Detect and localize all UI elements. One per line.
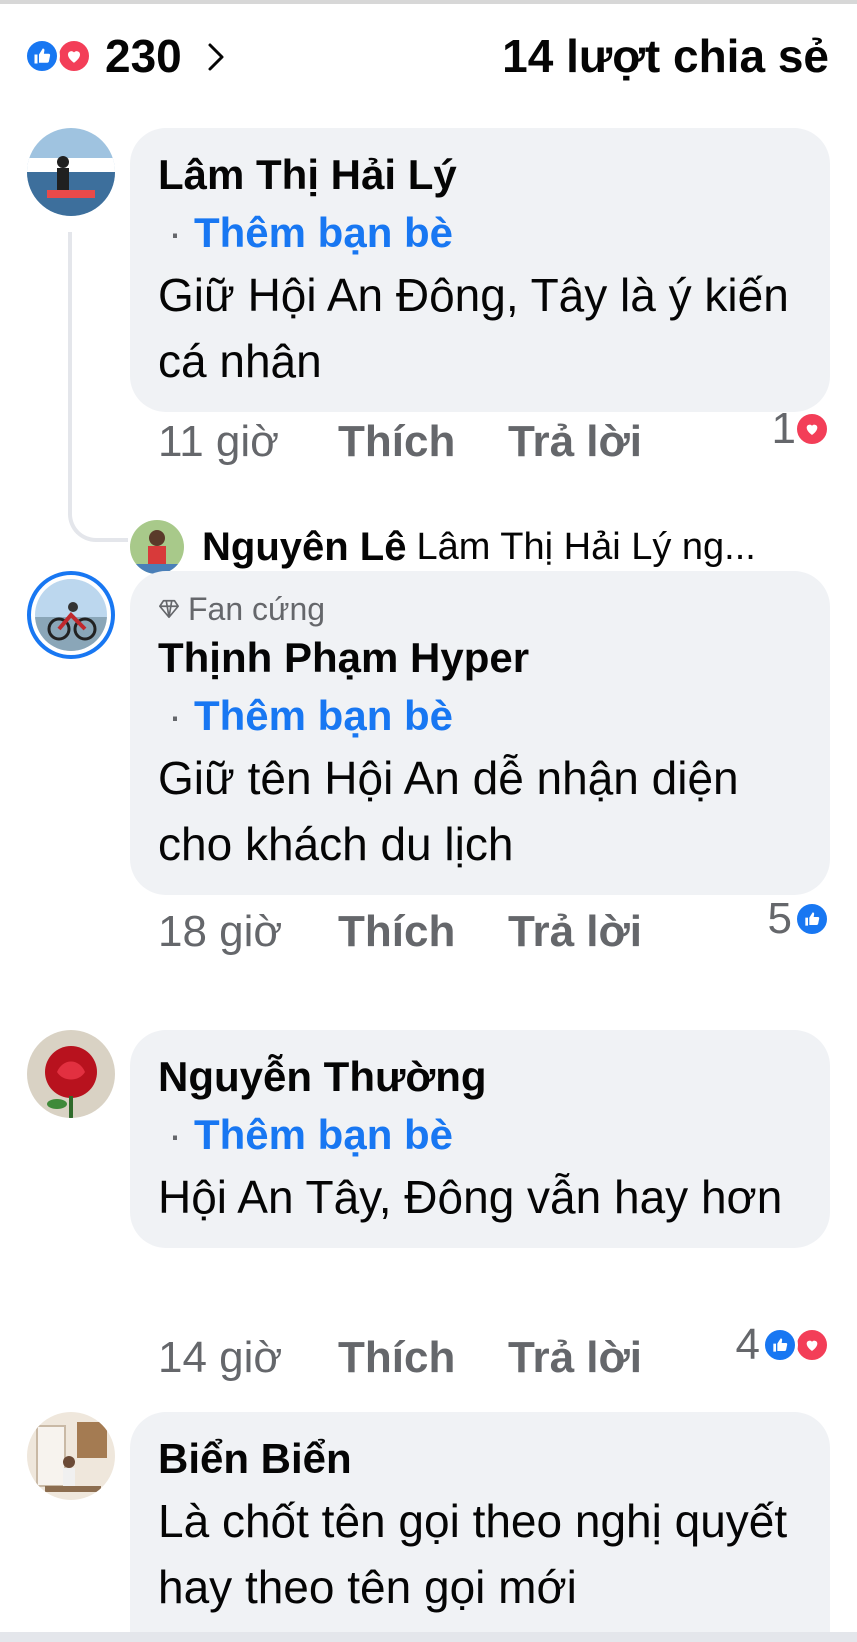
like-icon	[24, 38, 60, 74]
comment-actions: 18 giờ Thích Trả lời 5	[158, 894, 838, 962]
comment-author[interactable]: Nguyễn Thường	[158, 1048, 802, 1106]
comment-author[interactable]: Thịnh Phạm Hyper	[158, 629, 802, 687]
add-friend-label: Thêm bạn bè	[194, 1111, 454, 1158]
comment-bubble[interactable]: Biển Biển Là chốt tên gọi theo nghị quyế…	[130, 1412, 830, 1642]
add-friend-link[interactable]: · Thêm bạn bè	[158, 687, 802, 745]
comment-author[interactable]: Biển Biển	[158, 1430, 802, 1488]
comment-bubble[interactable]: Fan cứng Thịnh Phạm Hyper · Thêm bạn bè G…	[130, 571, 830, 895]
reply-button[interactable]: Trả lời	[508, 412, 642, 472]
bottom-divider	[0, 1632, 857, 1642]
separator-dot: ·	[168, 692, 182, 739]
thread-line	[68, 232, 128, 542]
comment-author[interactable]: Lâm Thị Hải Lý	[158, 146, 802, 204]
comment-time[interactable]: 14 giờ	[158, 1328, 282, 1388]
comment-text: Giữ tên Hội An dễ nhận diện cho khách du…	[158, 752, 739, 870]
separator-dot: ·	[168, 1111, 182, 1158]
like-button[interactable]: Thích	[338, 1328, 455, 1388]
comment-time[interactable]: 11 giờ	[158, 412, 279, 472]
comment-reactions[interactable]: 4	[736, 1320, 830, 1370]
like-button[interactable]: Thích	[338, 902, 455, 962]
share-count[interactable]: 14 lượt chia sẻ	[502, 28, 829, 84]
add-friend-link[interactable]: · Thêm bạn bè	[158, 204, 802, 262]
comment-text: Giữ Hội An Đông, Tây là ý kiến cá nhân	[158, 269, 789, 387]
like-button[interactable]: Thích	[338, 412, 455, 472]
reply-text: Lâm Thị Hải Lý ng...	[416, 525, 756, 568]
chevron-right-icon[interactable]	[206, 42, 226, 72]
comment-actions: 14 giờ Thích Trả lời 4	[158, 1320, 838, 1388]
add-friend-label: Thêm bạn bè	[194, 209, 454, 256]
comment-reactions[interactable]: 5	[768, 894, 830, 944]
like-icon	[762, 1327, 798, 1363]
avatar[interactable]	[27, 128, 115, 216]
love-icon	[56, 38, 92, 74]
reply-author: Nguyên Lê	[202, 524, 407, 569]
comment-bubble[interactable]: Lâm Thị Hải Lý · Thêm bạn bè Giữ Hội An Đ…	[130, 128, 830, 412]
comment-reactions[interactable]: 1	[772, 404, 830, 454]
reply-button[interactable]: Trả lời	[508, 1328, 642, 1388]
comment-time[interactable]: 18 giờ	[158, 902, 282, 962]
comment-actions: 11 giờ Thích Trả lời 1	[158, 404, 838, 472]
reaction-count: 1	[771, 404, 796, 453]
separator-dot: ·	[168, 209, 182, 256]
avatar[interactable]	[27, 1412, 115, 1500]
fan-badge: Fan cứng	[158, 589, 802, 629]
comment-bubble[interactable]: Nguyễn Thường · Thêm bạn bè Hội An Tây, Đ…	[130, 1030, 830, 1248]
reaction-count: 5	[767, 894, 792, 943]
reaction-icons[interactable]	[24, 38, 100, 74]
reply-button[interactable]: Trả lời	[508, 902, 642, 962]
love-icon	[794, 411, 830, 447]
add-friend-link[interactable]: · Thêm bạn bè	[158, 1106, 802, 1164]
avatar	[130, 520, 184, 574]
diamond-icon	[159, 599, 179, 619]
love-icon	[794, 1327, 830, 1363]
avatar[interactable]	[27, 1030, 115, 1118]
badge-label: Fan cứng	[188, 591, 326, 627]
comment-text: Hội An Tây, Đông vẫn hay hơn	[158, 1171, 783, 1223]
reaction-count[interactable]: 230	[105, 28, 182, 84]
avatar[interactable]	[27, 571, 115, 659]
add-friend-label: Thêm bạn bè	[194, 692, 454, 739]
reply-preview[interactable]: Nguyên Lê Lâm Thị Hải Lý ng...	[130, 517, 850, 577]
like-icon	[794, 901, 830, 937]
comment-text: Là chốt tên gọi theo nghị quyết hay theo…	[158, 1495, 788, 1613]
reaction-count: 4	[735, 1320, 760, 1369]
reaction-summary-bar: 230 14 lượt chia sẻ	[0, 0, 857, 115]
